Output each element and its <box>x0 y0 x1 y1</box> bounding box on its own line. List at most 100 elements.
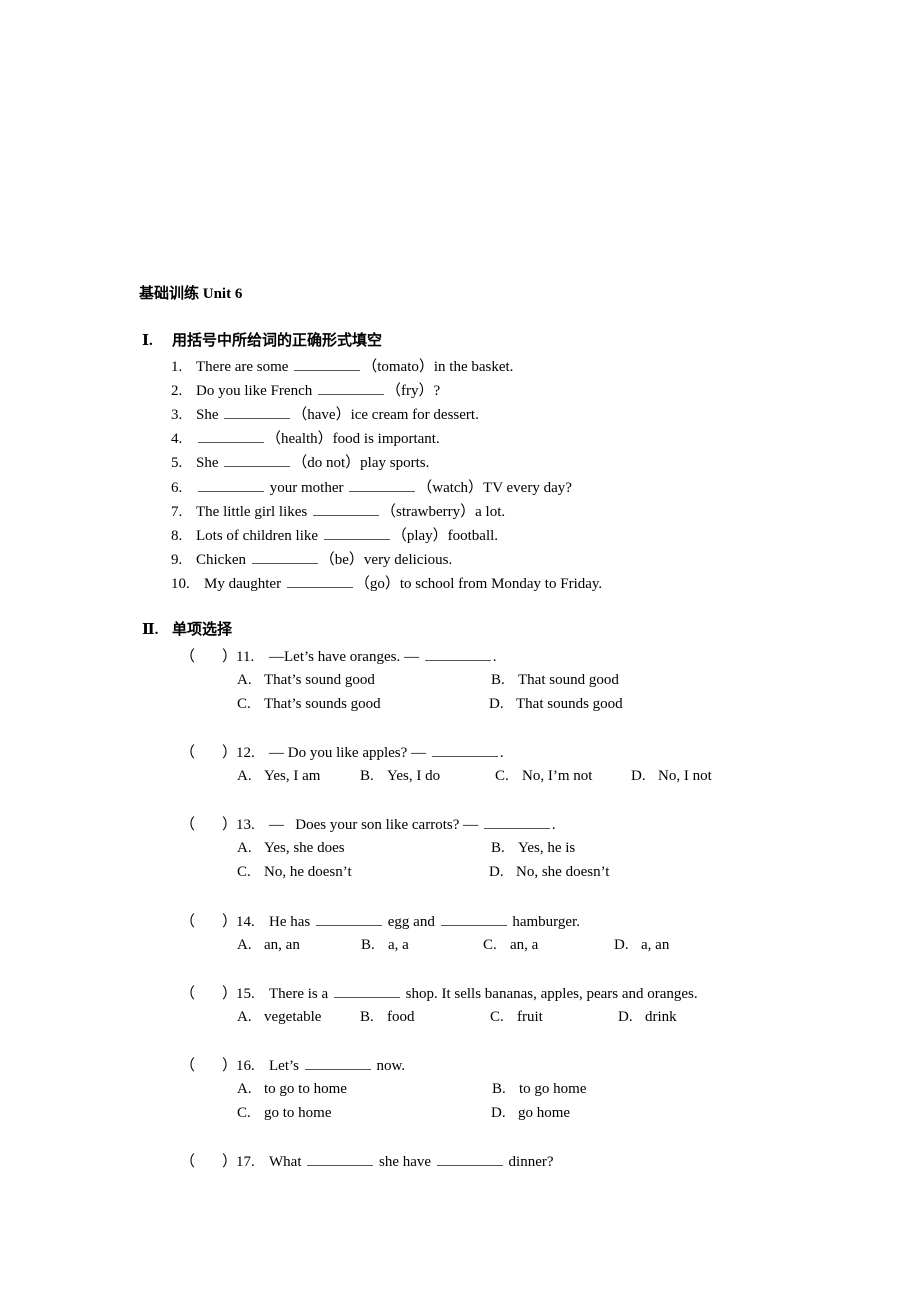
mc-question-11: （）11. —Let’s have oranges. — . <box>180 647 496 666</box>
option-12-c[interactable]: C. No, I’m not <box>495 767 592 785</box>
item-text: （do not）play sports. <box>292 455 430 471</box>
answer-paren-open[interactable]: （ <box>180 913 222 931</box>
mc-question-13: （）13. — Does your son like carrots? — . <box>180 815 556 834</box>
option-15-c[interactable]: C. fruit <box>490 1008 543 1026</box>
answer-paren-open[interactable]: （ <box>180 816 222 834</box>
option-11-c[interactable]: C. That’s sounds good <box>237 695 381 713</box>
answer-blank[interactable] <box>198 478 264 492</box>
option-13-a[interactable]: A. Yes, she does <box>237 839 345 857</box>
option-letter: C. <box>237 1105 251 1121</box>
question-text: now. <box>376 1058 406 1074</box>
answer-paren-open[interactable]: （ <box>180 1057 222 1075</box>
page-title: 基础训练 Unit 6 <box>139 286 243 302</box>
question-text: egg and <box>387 914 435 930</box>
option-16-c[interactable]: C. go to home <box>237 1104 332 1122</box>
answer-blank[interactable] <box>424 647 491 661</box>
answer-blank[interactable] <box>312 502 379 516</box>
question-text: — Do you like apples? — <box>269 745 427 761</box>
option-letter: D. <box>631 768 646 784</box>
option-letter: A. <box>237 1009 252 1025</box>
answer-blank[interactable] <box>251 550 318 564</box>
answer-blank[interactable] <box>294 357 361 371</box>
option-12-a[interactable]: A. Yes, I am <box>237 767 320 785</box>
option-14-a[interactable]: A. an, an <box>237 936 300 954</box>
question-text: hamburger. <box>512 914 580 930</box>
item-number: 10. <box>171 576 190 592</box>
answer-paren-open[interactable]: （ <box>180 648 222 666</box>
answer-paren-close: ） <box>222 1058 238 1074</box>
option-text: Yes, I do <box>387 768 441 784</box>
answer-blank[interactable] <box>483 815 550 829</box>
option-16-a[interactable]: A. to go to home <box>237 1080 347 1098</box>
question-number: 16. <box>236 1058 255 1074</box>
question-number: 13. <box>236 817 255 833</box>
section-2-number: Ⅱ. <box>142 622 159 638</box>
mc-question-14: （）14. He has egg and hamburger. <box>180 912 580 931</box>
answer-blank[interactable] <box>436 1152 503 1166</box>
answer-blank[interactable] <box>307 1152 374 1166</box>
option-text: Yes, I am <box>264 768 321 784</box>
option-text: No, he doesn’t <box>264 864 352 880</box>
option-13-b[interactable]: B. Yes, he is <box>491 839 575 857</box>
option-letter: C. <box>237 696 251 712</box>
item-text: （strawberry）a lot. <box>380 504 506 520</box>
question-text: . <box>499 745 504 761</box>
answer-paren-open[interactable]: （ <box>180 1153 222 1171</box>
answer-blank[interactable] <box>431 743 498 757</box>
answer-blank[interactable] <box>224 453 291 467</box>
option-16-b[interactable]: B. to go home <box>492 1080 587 1098</box>
fill-item-6: 6. your mother （watch）TV every day? <box>171 478 572 497</box>
option-15-d[interactable]: D. drink <box>618 1008 677 1026</box>
item-text: （health）food is important. <box>266 431 440 447</box>
fill-item-10: 10. My daughter （go）to school from Monday… <box>171 574 602 593</box>
option-15-b[interactable]: B. food <box>360 1008 415 1026</box>
answer-blank[interactable] <box>440 912 507 926</box>
question-number: 17. <box>236 1154 255 1170</box>
option-14-d[interactable]: D. a, an <box>614 936 669 954</box>
question-text: There is a <box>269 986 329 1002</box>
option-text: That sounds good <box>516 696 623 712</box>
question-text: dinner? <box>508 1154 554 1170</box>
option-12-d[interactable]: D. No, I not <box>631 767 712 785</box>
option-11-d[interactable]: D. That sounds good <box>489 695 623 713</box>
answer-blank[interactable] <box>317 381 384 395</box>
answer-blank[interactable] <box>304 1056 371 1070</box>
option-11-a[interactable]: A. That’s sound good <box>237 671 375 689</box>
answer-blank[interactable] <box>323 526 390 540</box>
question-text: she have <box>378 1154 432 1170</box>
option-text: No, I not <box>658 768 712 784</box>
option-14-c[interactable]: C. an, a <box>483 936 538 954</box>
item-number: 7. <box>171 504 183 520</box>
answer-blank[interactable] <box>333 984 400 998</box>
item-text: Chicken <box>196 552 246 568</box>
answer-blank[interactable] <box>286 574 353 588</box>
option-15-a[interactable]: A. vegetable <box>237 1008 321 1026</box>
option-13-c[interactable]: C. No, he doesn’t <box>237 863 352 881</box>
item-number: 8. <box>171 528 183 544</box>
item-text: （be）very delicious. <box>319 552 453 568</box>
answer-paren-open[interactable]: （ <box>180 744 222 762</box>
question-text: —Let’s have oranges. — <box>269 649 419 665</box>
answer-paren-open[interactable]: （ <box>180 985 222 1003</box>
answer-blank[interactable] <box>198 429 264 443</box>
fill-item-7: 7. The little girl likes （strawberry）a lo… <box>171 502 505 521</box>
item-text: （have）ice cream for dessert. <box>292 407 479 423</box>
option-letter: C. <box>483 937 497 953</box>
option-13-d[interactable]: D. No, she doesn’t <box>489 863 609 881</box>
question-text: shop. It sells bananas, apples, pears an… <box>405 986 698 1002</box>
option-letter: B. <box>360 1009 374 1025</box>
option-text: to go to home <box>264 1081 347 1097</box>
option-letter: D. <box>618 1009 633 1025</box>
question-text: What <box>269 1154 302 1170</box>
answer-blank[interactable] <box>349 478 416 492</box>
option-14-b[interactable]: B. a, a <box>361 936 409 954</box>
fill-item-2: 2. Do you like French （fry）? <box>171 381 440 400</box>
item-text: There are some <box>196 359 289 375</box>
option-12-b[interactable]: B. Yes, I do <box>360 767 440 785</box>
option-11-b[interactable]: B. That sound good <box>491 671 619 689</box>
answer-blank[interactable] <box>316 912 382 926</box>
item-number: 1. <box>171 359 183 375</box>
option-16-d[interactable]: D. go home <box>491 1104 570 1122</box>
answer-blank[interactable] <box>224 405 291 419</box>
section-2-heading: Ⅱ. 单项选择 <box>142 621 232 639</box>
